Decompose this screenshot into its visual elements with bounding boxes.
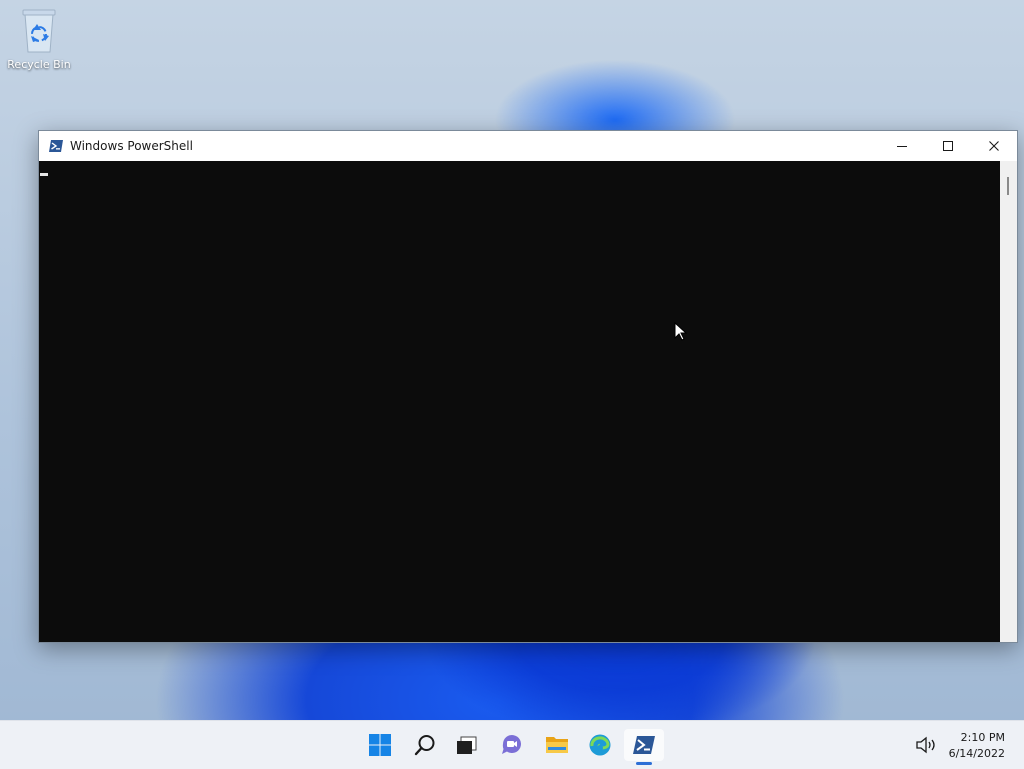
clock-date: 6/14/2022	[948, 747, 1005, 760]
edge-icon	[589, 734, 611, 756]
minimize-icon	[897, 146, 907, 147]
powershell-window[interactable]: Windows PowerShell	[38, 130, 1018, 643]
file-explorer-icon	[546, 737, 568, 753]
vertical-scrollbar[interactable]	[1000, 161, 1017, 642]
mouse-pointer-icon	[674, 322, 688, 341]
title-bar[interactable]: Windows PowerShell	[39, 131, 1017, 161]
search-button[interactable]	[405, 729, 445, 761]
start-icon	[369, 734, 391, 756]
active-indicator	[636, 762, 652, 765]
file-explorer-button[interactable]	[537, 729, 577, 761]
system-clock[interactable]: 2:10 PM 6/14/2022	[949, 730, 1005, 762]
volume-icon[interactable]	[914, 735, 938, 755]
recycle-bin-icon	[22, 9, 56, 53]
close-icon	[989, 141, 999, 151]
search-icon	[414, 735, 435, 756]
console-area[interactable]	[39, 161, 999, 642]
clock-time: 2:10 PM	[960, 731, 1005, 744]
chat-icon	[502, 735, 521, 754]
taskbar: 2:10 PM 6/14/2022	[0, 720, 1024, 769]
close-button[interactable]	[971, 131, 1017, 161]
minimize-button[interactable]	[879, 131, 925, 161]
powershell-icon	[49, 140, 63, 152]
chat-button[interactable]	[492, 729, 532, 761]
edge-button[interactable]	[580, 729, 620, 761]
task-view-button[interactable]	[447, 729, 487, 761]
window-title: Windows PowerShell	[70, 139, 193, 153]
maximize-button[interactable]	[925, 131, 971, 161]
maximize-icon	[943, 141, 953, 151]
start-button[interactable]	[360, 729, 400, 761]
task-view-icon	[457, 736, 477, 754]
scrollbar-thumb[interactable]	[1007, 177, 1009, 195]
powershell-taskbar-button[interactable]	[624, 729, 664, 765]
powershell-icon	[633, 736, 655, 754]
text-cursor	[40, 173, 48, 176]
desktop-icon-recycle-bin[interactable]: Recycle Bin	[4, 6, 74, 71]
window-controls	[879, 131, 1017, 161]
recycle-bin-label: Recycle Bin	[7, 58, 71, 71]
